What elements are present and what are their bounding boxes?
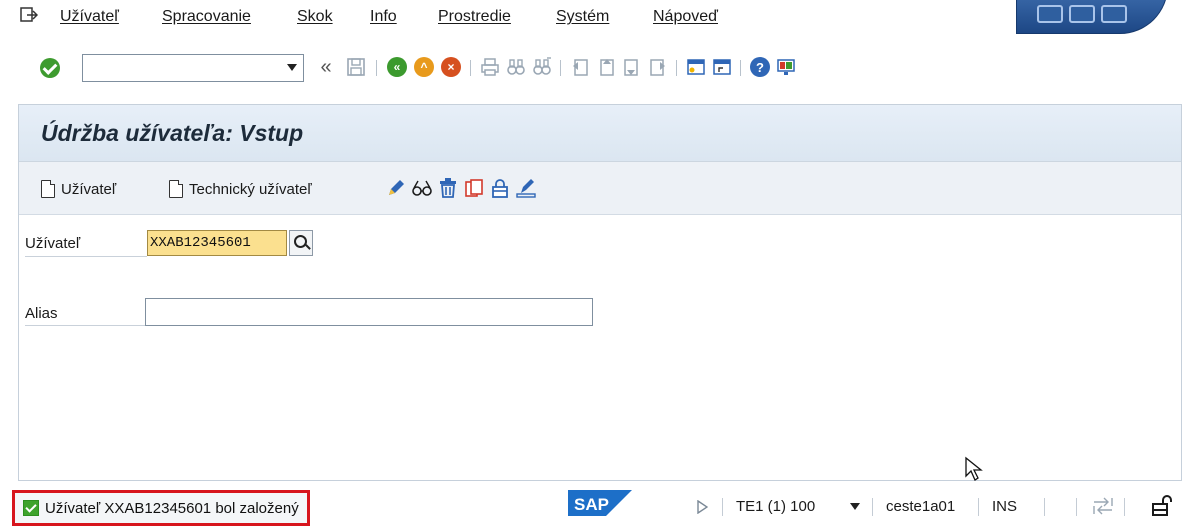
user-input[interactable] bbox=[147, 230, 287, 256]
user-field-label: Užívateľ bbox=[25, 235, 81, 252]
command-field[interactable] bbox=[82, 54, 304, 82]
status-message-text: Užívateľ XXAB12345601 bol založený bbox=[45, 499, 299, 517]
create-user-label: Užívateľ bbox=[61, 180, 117, 198]
delete-trash-icon[interactable] bbox=[437, 177, 459, 199]
exit-icon[interactable]: ^ bbox=[414, 57, 434, 77]
system-dropdown-icon[interactable] bbox=[850, 503, 860, 510]
menu-item-help[interactable]: Nápoveď bbox=[653, 8, 718, 26]
status-message[interactable]: Užívateľ XXAB12345601 bol založený bbox=[12, 490, 310, 526]
main-panel: Údržba užívateľa: Vstup Užívateľ Technic… bbox=[18, 104, 1182, 481]
close-icon[interactable] bbox=[1101, 5, 1127, 23]
last-page-icon[interactable] bbox=[648, 57, 668, 77]
toolbar-separator bbox=[470, 60, 471, 76]
save-icon[interactable] bbox=[346, 57, 366, 77]
unlock-icon[interactable] bbox=[1150, 494, 1174, 518]
toolbar-separator bbox=[676, 60, 677, 76]
page-title: Údržba užívateľa: Vstup bbox=[41, 120, 304, 146]
shortcut-icon[interactable] bbox=[712, 57, 732, 77]
status-separator bbox=[722, 498, 723, 516]
menu-item-processing[interactable]: Spracovanie bbox=[162, 8, 251, 26]
status-separator bbox=[872, 498, 873, 516]
system-toolbar: « « ^ × ? bbox=[0, 44, 1198, 90]
document-icon bbox=[169, 180, 183, 198]
status-separator bbox=[1076, 498, 1077, 516]
lock-icon[interactable] bbox=[489, 177, 511, 199]
title-bar: Údržba užívateľa: Vstup bbox=[19, 105, 1181, 162]
search-icon[interactable] bbox=[289, 230, 313, 256]
toolbar-separator bbox=[560, 60, 561, 76]
back-icon[interactable]: « bbox=[387, 57, 407, 77]
change-password-icon[interactable] bbox=[515, 177, 537, 199]
server-info: ceste1a01 bbox=[886, 498, 956, 515]
status-expand-icon[interactable] bbox=[696, 500, 708, 514]
application-toolbar: Užívateľ Technický užívateľ bbox=[19, 162, 1181, 215]
create-technical-user-label: Technický užívateľ bbox=[189, 180, 312, 198]
menu-item-user[interactable]: Užívateľ bbox=[60, 8, 119, 26]
alias-field-label: Alias bbox=[25, 305, 58, 322]
find-icon[interactable] bbox=[506, 57, 526, 77]
status-separator bbox=[1044, 498, 1045, 516]
copy-icon[interactable] bbox=[463, 177, 485, 199]
menu-bar: Užívateľ Spracovanie Skok Info Prostredi… bbox=[0, 0, 1198, 44]
menu-exit-icon[interactable] bbox=[20, 6, 38, 24]
alias-input[interactable] bbox=[145, 298, 593, 326]
sap-logo-text: SAP bbox=[574, 495, 609, 514]
enter-check-icon[interactable] bbox=[40, 58, 60, 78]
window-controls bbox=[1016, 0, 1168, 34]
help-icon[interactable]: ? bbox=[750, 57, 770, 77]
create-technical-user-button[interactable]: Technický užívateľ bbox=[169, 178, 312, 200]
maximize-icon[interactable] bbox=[1069, 5, 1095, 23]
next-page-icon[interactable] bbox=[622, 57, 642, 77]
sap-logo: SAP bbox=[568, 490, 632, 516]
menu-item-system[interactable]: Systém bbox=[556, 8, 609, 26]
field-underline bbox=[25, 325, 145, 326]
menu-item-environment[interactable]: Prostredie bbox=[438, 8, 511, 26]
menu-item-info[interactable]: Info bbox=[370, 8, 397, 26]
cancel-icon[interactable]: × bbox=[441, 57, 461, 77]
previous-page-icon[interactable] bbox=[596, 57, 616, 77]
toolbar-separator bbox=[740, 60, 741, 76]
mouse-cursor-icon bbox=[965, 456, 983, 481]
toolbar-separator bbox=[376, 60, 377, 76]
system-info: TE1 (1) 100 bbox=[736, 498, 816, 515]
collapse-chevron-icon[interactable]: « bbox=[316, 56, 336, 78]
chevron-down-icon[interactable] bbox=[287, 64, 297, 71]
find-next-icon[interactable] bbox=[532, 57, 552, 77]
create-user-button[interactable]: Užívateľ bbox=[41, 178, 116, 200]
edit-pencil-icon[interactable] bbox=[385, 177, 407, 199]
document-icon bbox=[41, 180, 55, 198]
menu-item-goto[interactable]: Skok bbox=[297, 8, 333, 26]
customize-layout-icon[interactable] bbox=[776, 57, 796, 77]
status-bar: Užívateľ XXAB12345601 bol založený SAP T… bbox=[0, 486, 1198, 526]
status-separator bbox=[1124, 498, 1125, 516]
first-page-icon[interactable] bbox=[570, 57, 590, 77]
command-input[interactable] bbox=[87, 55, 281, 81]
tab-order-icon[interactable] bbox=[1092, 496, 1114, 516]
insert-mode[interactable]: INS bbox=[992, 498, 1017, 515]
status-separator bbox=[978, 498, 979, 516]
print-icon[interactable] bbox=[480, 57, 500, 77]
minimize-icon[interactable] bbox=[1037, 5, 1063, 23]
display-glasses-icon[interactable] bbox=[411, 177, 433, 199]
success-check-icon bbox=[23, 500, 39, 516]
new-session-icon[interactable] bbox=[686, 57, 706, 77]
field-underline bbox=[25, 256, 147, 257]
